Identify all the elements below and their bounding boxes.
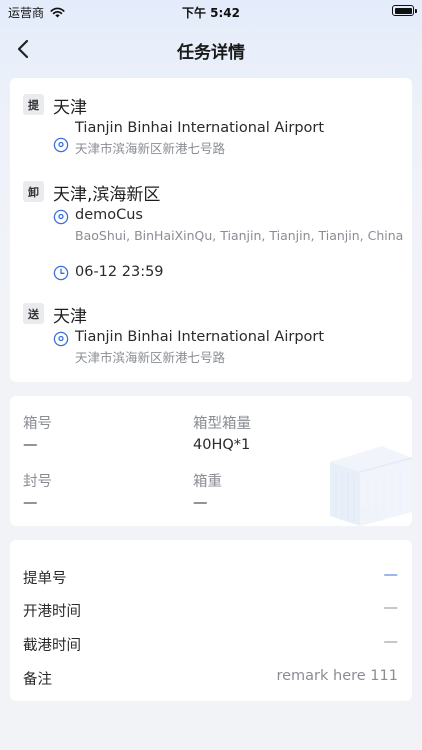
box-no-value: — bbox=[23, 437, 38, 453]
unload-city: 天津,滨海新区 bbox=[53, 185, 161, 205]
pickup-stop: 提 天津 Tianjin Binhai International Airpor… bbox=[23, 93, 402, 163]
location-pin-icon bbox=[53, 331, 69, 347]
container-card: 箱号 — 箱型箱量 40HQ*1 封号 — 箱重 — bbox=[10, 396, 412, 526]
clock-icon bbox=[53, 265, 69, 281]
page-title: 任务详情 bbox=[177, 43, 245, 63]
box-no-label: 箱号 bbox=[23, 416, 52, 432]
box-type-label: 箱型箱量 bbox=[193, 416, 251, 432]
delivery-address: 天津市滨海新区新港七号路 bbox=[75, 350, 226, 365]
status-bar: 运营商 下午 5:42 bbox=[0, 0, 422, 22]
unload-location-name: demoCus bbox=[75, 207, 143, 223]
battery-icon bbox=[392, 5, 417, 16]
remark-row: 备注 remark here 111 bbox=[23, 668, 398, 690]
shipping-container-icon bbox=[330, 446, 412, 526]
cutoff-time-label: 截港时间 bbox=[23, 638, 81, 654]
pickup-city: 天津 bbox=[53, 98, 87, 118]
pickup-address: 天津市滨海新区新港七号路 bbox=[75, 141, 226, 156]
details-card: 提单号 — 开港时间 — 截港时间 — 备注 remark here 111 bbox=[10, 540, 412, 701]
location-pin-icon bbox=[53, 137, 69, 153]
route-card: 提 天津 Tianjin Binhai International Airpor… bbox=[10, 78, 412, 382]
bl-label: 提单号 bbox=[23, 571, 67, 587]
bl-value: — bbox=[383, 567, 399, 583]
delivery-city: 天津 bbox=[53, 307, 87, 327]
remark-label: 备注 bbox=[23, 672, 52, 688]
status-time: 下午 5:42 bbox=[181, 6, 241, 20]
unload-badge: 卸 bbox=[23, 181, 44, 202]
unload-datetime: 06-12 23:59 bbox=[75, 264, 164, 280]
box-type-value: 40HQ*1 bbox=[193, 437, 251, 453]
delivery-badge: 送 bbox=[23, 303, 44, 324]
location-pin-icon bbox=[53, 209, 69, 225]
nav-bar: 任务详情 bbox=[0, 22, 422, 76]
open-time-row: 开港时间 — bbox=[23, 600, 398, 622]
weight-value: — bbox=[193, 495, 208, 511]
delivery-stop: 送 天津 Tianjin Binhai International Airpor… bbox=[23, 302, 402, 372]
unload-stop: 卸 天津,滨海新区 demoCus BaoShui, BinHaiXinQu, … bbox=[23, 180, 404, 290]
seal-label: 封号 bbox=[23, 474, 52, 490]
pickup-badge: 提 bbox=[23, 94, 44, 115]
open-time-label: 开港时间 bbox=[23, 604, 81, 620]
seal-value: — bbox=[23, 495, 38, 511]
pickup-location-name: Tianjin Binhai International Airport bbox=[75, 120, 325, 136]
bl-row: 提单号 — bbox=[23, 567, 398, 589]
remark-value: remark here 111 bbox=[276, 668, 398, 684]
cutoff-time-value: — bbox=[383, 634, 399, 650]
weight-label: 箱重 bbox=[193, 474, 222, 490]
delivery-location-name: Tianjin Binhai International Airport bbox=[75, 329, 325, 345]
open-time-value: — bbox=[383, 600, 399, 616]
unload-address: BaoShui, BinHaiXinQu, Tianjin, Tianjin, … bbox=[75, 228, 404, 243]
cutoff-time-row: 截港时间 — bbox=[23, 634, 398, 656]
